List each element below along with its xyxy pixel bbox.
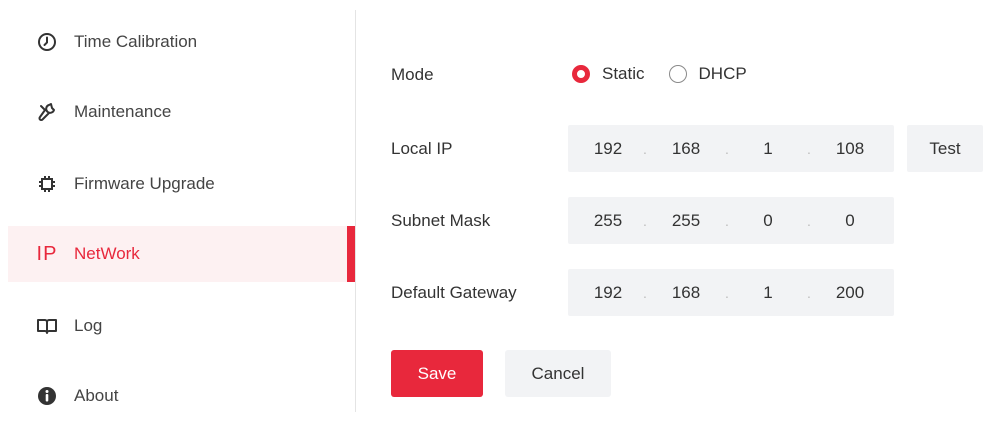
info-icon — [36, 385, 58, 407]
radio-static[interactable]: Static — [572, 64, 645, 84]
subnet-mask-octet-3[interactable]: 0 — [736, 211, 800, 231]
octet-separator: . — [643, 212, 647, 229]
ip-icon-text: IP — [36, 242, 58, 265]
local-ip-octet-4[interactable]: 108 — [818, 139, 882, 159]
local-ip-octet-1[interactable]: 192 — [580, 139, 636, 159]
save-button[interactable]: Save — [391, 350, 483, 397]
sidebar-item-network[interactable]: IP NetWork — [8, 226, 355, 282]
octet-separator: . — [807, 140, 811, 157]
default-gateway-octet-3[interactable]: 1 — [736, 283, 800, 303]
sidebar-divider — [355, 10, 356, 412]
sidebar-item-time-calibration[interactable]: Time Calibration — [8, 14, 355, 70]
clock-icon — [36, 31, 58, 53]
sidebar-item-label: Log — [74, 316, 103, 335]
radio-dhcp-label: DHCP — [698, 64, 747, 83]
active-indicator — [347, 226, 355, 282]
default-gateway-octet-4[interactable]: 200 — [818, 283, 882, 303]
subnet-mask-octet-2[interactable]: 255 — [654, 211, 718, 231]
octet-separator: . — [807, 284, 811, 301]
octet-separator: . — [643, 284, 647, 301]
radio-unchecked-icon — [668, 65, 687, 83]
sidebar-item-label: About — [74, 386, 119, 405]
default-gateway-input[interactable]: 192 . 168 . 1 . 200 — [568, 269, 894, 316]
mode-label: Mode — [391, 65, 434, 84]
book-icon — [36, 315, 58, 337]
local-ip-label: Local IP — [391, 139, 453, 158]
subnet-mask-label: Subnet Mask — [391, 211, 491, 230]
wrench-icon — [36, 101, 58, 123]
subnet-mask-octet-1[interactable]: 255 — [580, 211, 636, 231]
cancel-button[interactable]: Cancel — [505, 350, 611, 397]
ip-icon: IP — [36, 243, 58, 265]
octet-separator: . — [643, 140, 647, 157]
octet-separator: . — [725, 212, 729, 229]
sidebar-item-firmware-upgrade[interactable]: Firmware Upgrade — [8, 156, 355, 212]
octet-separator: . — [725, 140, 729, 157]
local-ip-octet-3[interactable]: 1 — [736, 139, 800, 159]
radio-dhcp[interactable]: DHCP — [668, 64, 747, 84]
test-button[interactable]: Test — [907, 125, 983, 172]
sidebar: Time Calibration Maintenance Firmware Up… — [0, 0, 357, 412]
default-gateway-octet-2[interactable]: 168 — [654, 283, 718, 303]
sidebar-item-label: Firmware Upgrade — [74, 174, 215, 193]
chip-icon — [36, 173, 58, 195]
mode-radio-group: Static DHCP — [572, 64, 747, 84]
subnet-mask-input[interactable]: 255 . 255 . 0 . 0 — [568, 197, 894, 244]
sidebar-item-log[interactable]: Log — [8, 298, 355, 354]
default-gateway-octet-1[interactable]: 192 — [580, 283, 636, 303]
radio-checked-icon — [572, 65, 590, 83]
sidebar-item-label: NetWork — [74, 244, 140, 263]
local-ip-octet-2[interactable]: 168 — [654, 139, 718, 159]
octet-separator: . — [725, 284, 729, 301]
local-ip-input[interactable]: 192 . 168 . 1 . 108 — [568, 125, 894, 172]
subnet-mask-octet-4[interactable]: 0 — [818, 211, 882, 231]
sidebar-item-label: Time Calibration — [74, 32, 198, 51]
radio-static-label: Static — [602, 64, 645, 83]
default-gateway-label: Default Gateway — [391, 283, 517, 302]
sidebar-item-about[interactable]: About — [8, 368, 355, 424]
sidebar-item-label: Maintenance — [74, 102, 172, 121]
sidebar-item-maintenance[interactable]: Maintenance — [8, 84, 355, 140]
octet-separator: . — [807, 212, 811, 229]
